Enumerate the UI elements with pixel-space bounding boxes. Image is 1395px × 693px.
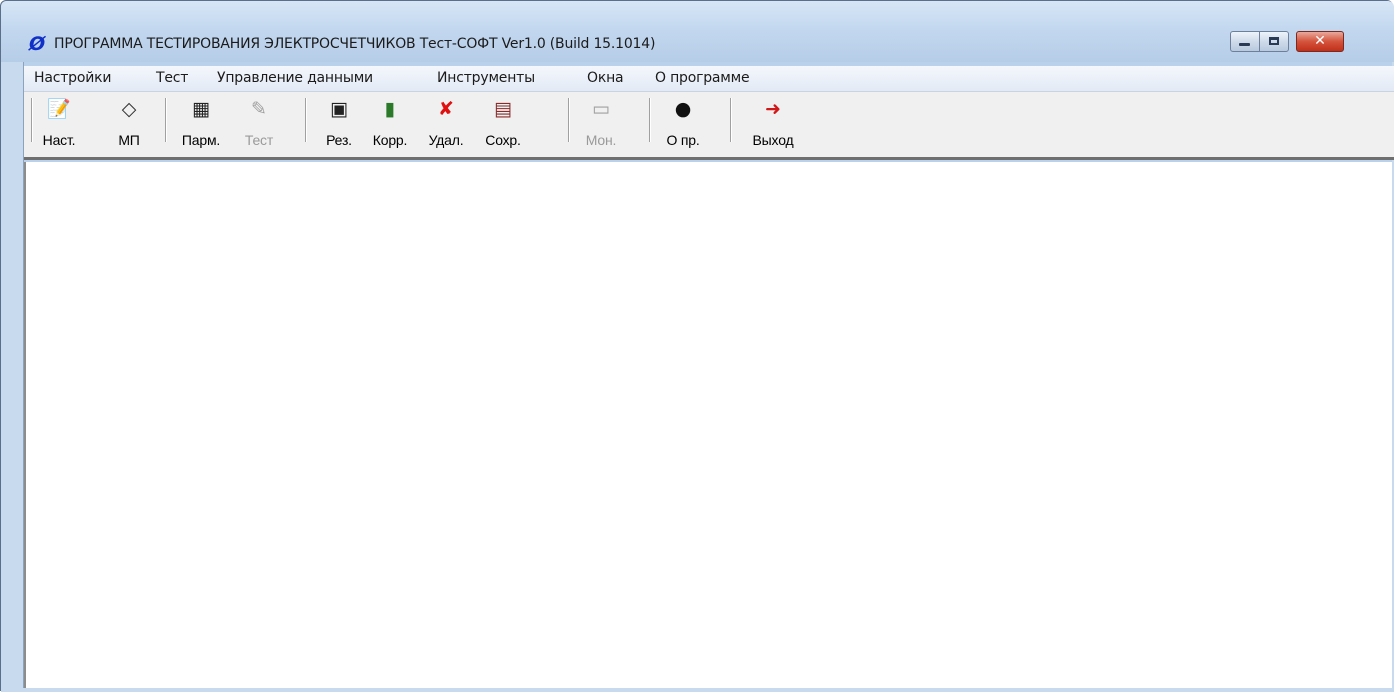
toolbar-save-label: Сохр. [485, 132, 521, 148]
toolbar-delete-button[interactable]: ✘ Удал. [418, 96, 474, 152]
toolbar-separator [305, 98, 307, 142]
menu-tools[interactable]: Инструменты [437, 70, 535, 86]
menu-test[interactable]: Тест [156, 70, 188, 86]
toolbar-exit-label: Выход [752, 132, 794, 148]
menu-about[interactable]: О программе [655, 70, 750, 86]
toolbar-about-label: О пр. [666, 132, 700, 148]
menu-data-management[interactable]: Управление данными [217, 70, 373, 86]
toolbar: 📝 Наст. ◇ МП ▦ Парм. ✎ Тест ▣ Рез. ▮ Кор… [24, 92, 1394, 160]
toolbar-correction-button[interactable]: ▮ Корр. [363, 96, 417, 152]
eraser-icon: ◇ [121, 98, 137, 120]
books-icon: ▮ [384, 98, 396, 120]
toolbar-exit-button[interactable]: ➜ Выход [740, 96, 806, 152]
menu-settings[interactable]: Настройки [34, 70, 111, 86]
window-frame-bottom [1, 688, 1394, 692]
mdi-client-area[interactable] [24, 162, 1392, 688]
toolbar-separator [649, 98, 651, 142]
toolbar-settings-button[interactable]: 📝 Наст. [36, 96, 82, 152]
toolbar-separator [31, 98, 33, 142]
toolbar-results-button[interactable]: ▣ Рез. [317, 96, 361, 152]
toolbar-separator [730, 98, 732, 142]
menu-bar: Настройки Тест Управление данными Инстру… [24, 66, 1394, 92]
info-icon: ● [674, 98, 692, 120]
monitor-icon: ▭ [592, 98, 610, 120]
title-bar[interactable]: Ø ПРОГРАММА ТЕСТИРОВАНИЯ ЭЛЕКТРОСЧЕТЧИКО… [1, 1, 1394, 62]
maximize-button[interactable] [1259, 31, 1289, 52]
keyboard-icon: ▦ [192, 98, 210, 120]
toolbar-results-label: Рез. [326, 132, 352, 148]
minimize-button[interactable] [1230, 31, 1260, 52]
window-frame-left [1, 62, 24, 692]
toolbar-save-button[interactable]: ▤ Сохр. [476, 96, 530, 152]
save-copy-icon: ▤ [494, 98, 512, 120]
toolbar-monitor-label: Мон. [585, 132, 617, 148]
exit-icon: ➜ [765, 98, 781, 120]
close-button[interactable]: ✕ [1296, 31, 1344, 52]
toolbar-separator [165, 98, 167, 142]
toolbar-about-button[interactable]: ● О пр. [658, 96, 708, 152]
settings-icon: 📝 [47, 98, 71, 120]
results-icon: ▣ [330, 98, 348, 120]
toolbar-mp-button[interactable]: ◇ МП [109, 96, 149, 152]
window-title: ПРОГРАММА ТЕСТИРОВАНИЯ ЭЛЕКТРОСЧЕТЧИКОВ … [54, 36, 656, 52]
menu-windows[interactable]: Окна [587, 70, 624, 86]
close-icon: ✕ [1314, 33, 1326, 49]
maximize-icon [1269, 37, 1279, 45]
toolbar-parameters-button[interactable]: ▦ Парм. [174, 96, 228, 152]
app-logo-icon[interactable]: Ø [29, 35, 47, 54]
minimize-icon [1239, 43, 1250, 46]
toolbar-test-button[interactable]: ✎ Тест [232, 96, 286, 152]
tools-icon: ✎ [251, 98, 267, 120]
toolbar-test-label: Тест [244, 132, 274, 148]
main-window: Ø ПРОГРАММА ТЕСТИРОВАНИЯ ЭЛЕКТРОСЧЕТЧИКО… [0, 0, 1394, 692]
delete-icon: ✘ [438, 98, 454, 120]
toolbar-monitor-button[interactable]: ▭ Мон. [576, 96, 626, 152]
toolbar-mp-label: МП [118, 132, 140, 148]
toolbar-delete-label: Удал. [428, 132, 464, 148]
toolbar-settings-label: Наст. [42, 132, 76, 148]
toolbar-separator [568, 98, 570, 142]
toolbar-parameters-label: Парм. [181, 132, 221, 148]
toolbar-correction-label: Корр. [372, 132, 408, 148]
